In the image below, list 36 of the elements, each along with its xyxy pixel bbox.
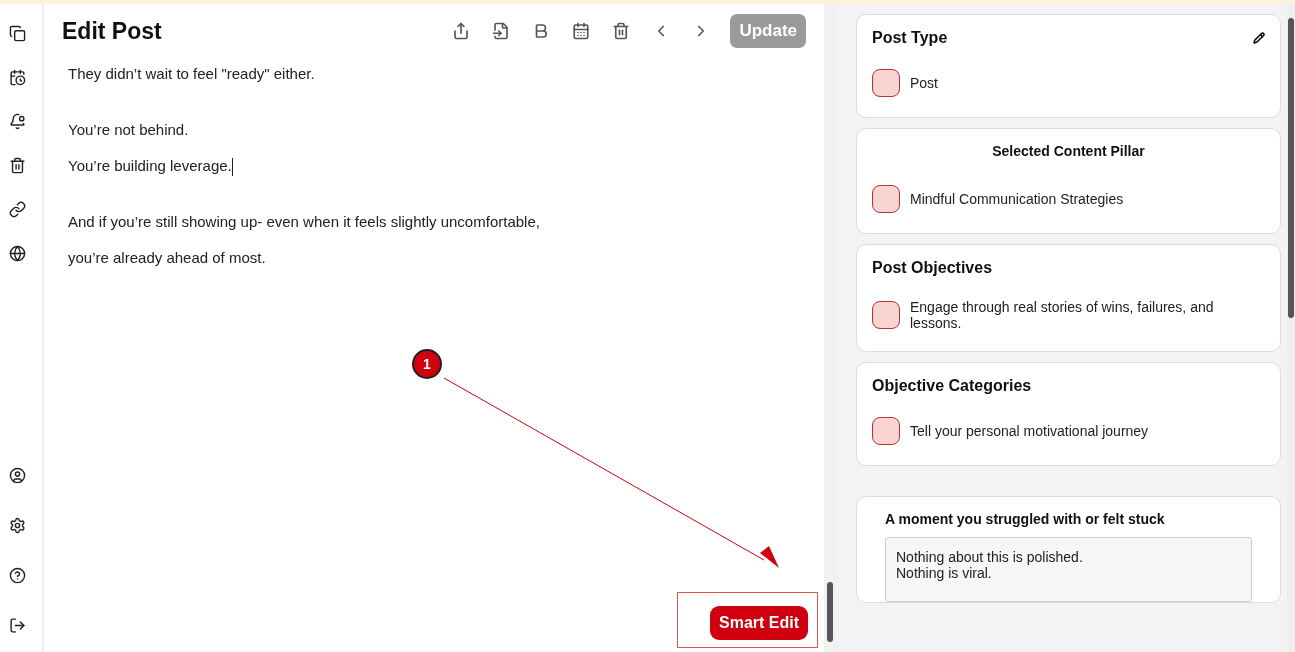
globe-icon[interactable] <box>8 244 26 262</box>
scrollbar[interactable] <box>824 4 836 652</box>
calendar-clock-icon[interactable] <box>8 68 26 86</box>
edit-icon[interactable] <box>1253 32 1265 44</box>
item-label: Tell your personal motivational journey <box>910 423 1149 439</box>
settings-icon[interactable] <box>8 516 26 534</box>
text-line: They didn’t wait to feel "ready" either. <box>68 64 316 84</box>
card-title: Selected Content Pillar <box>992 143 1145 159</box>
step-marker: 1 <box>412 349 442 379</box>
card-title: Objective Categories <box>872 377 1032 395</box>
color-chip <box>872 69 900 97</box>
text-line: And if you’re still showing up- even when it feels slightly uncomfortable, <box>68 212 541 233</box>
item-label: Mindful Communication Strategies <box>910 191 1124 207</box>
color-chip <box>872 185 900 213</box>
bell-icon[interactable] <box>8 112 26 130</box>
color-chip <box>872 417 900 445</box>
color-chip <box>872 301 900 329</box>
text-line: you’re already ahead of most. <box>68 248 267 269</box>
item-label: Post <box>910 75 938 91</box>
item-label: Engage through real stories of wins, failures, and lessons. <box>910 299 1215 331</box>
card-title: Post Type <box>872 29 948 47</box>
card-title: Post Objectives <box>872 259 993 277</box>
text-line: You’re building leverage. <box>68 156 800 177</box>
field-label: A moment you struggled with or felt stuck <box>885 511 1166 527</box>
link-icon[interactable] <box>8 200 26 218</box>
smart-edit-button[interactable]: Smart Edit <box>710 606 808 640</box>
pages-icon[interactable] <box>8 24 26 42</box>
logout-icon[interactable] <box>8 616 26 634</box>
help-icon[interactable] <box>8 566 26 584</box>
user-circle-icon[interactable] <box>8 466 26 484</box>
answer-box[interactable]: Nothing about this is polished. Nothing is viral. <box>885 537 1252 602</box>
trash-icon[interactable] <box>8 156 26 174</box>
text-caret <box>231 158 233 177</box>
text-line: You’re not behind. <box>68 120 190 140</box>
page-title: Edit Post <box>62 17 163 45</box>
scrollbar[interactable] <box>1287 4 1295 652</box>
